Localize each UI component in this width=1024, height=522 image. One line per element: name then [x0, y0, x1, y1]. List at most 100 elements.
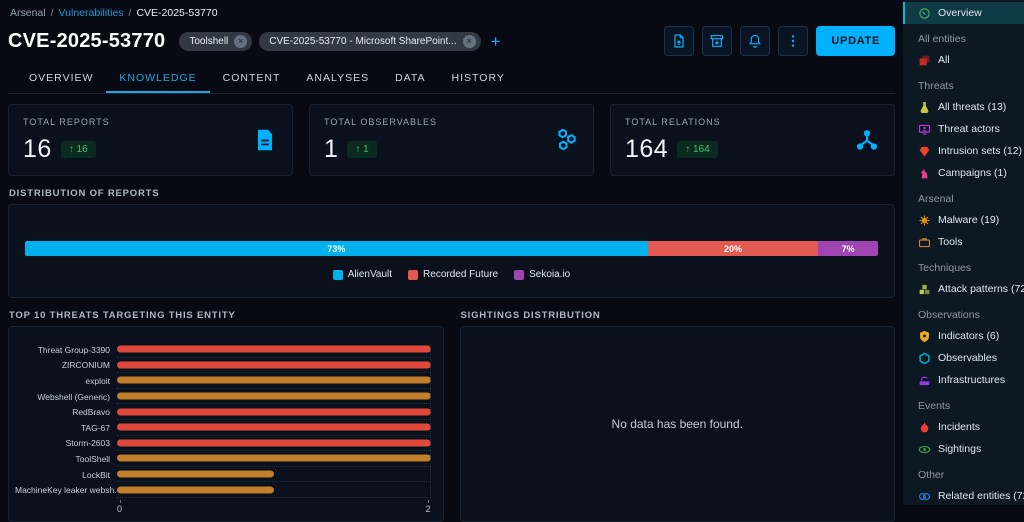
chart-bar[interactable] [117, 408, 431, 415]
breadcrumb-item-vulnerabilities[interactable]: Vulnerabilities [59, 7, 124, 19]
chart-bar[interactable] [117, 471, 274, 478]
sidebar-item-label: Overview [938, 7, 982, 19]
empty-state-message: No data has been found. [612, 417, 743, 431]
chart-bar[interactable] [117, 439, 431, 446]
breadcrumb-item-current: CVE-2025-53770 [136, 7, 217, 19]
stat-delta-badge: ↑ 16 [61, 141, 96, 158]
add-label-button[interactable]: + [489, 33, 503, 50]
sidebar-item-overview[interactable]: Overview [903, 2, 1024, 24]
chart-bar-area [117, 467, 431, 483]
entity-label-chip[interactable]: CVE-2025-53770 - Microsoft SharePoint...… [259, 32, 480, 51]
chart-row-redbravo: RedBravo [15, 404, 431, 420]
sidebar-item-threat-actors[interactable]: Threat actors [903, 118, 1024, 140]
file-export-button[interactable] [664, 26, 694, 56]
chart-bar[interactable] [117, 393, 431, 400]
more-options-button[interactable] [778, 26, 808, 56]
chart-bar[interactable] [117, 377, 431, 384]
sidebar-item-tools[interactable]: Tools [903, 231, 1024, 253]
chart-bar[interactable] [117, 346, 431, 353]
update-button[interactable]: UPDATE [816, 26, 895, 56]
sightings-title: SIGHTINGS DISTRIBUTION [461, 310, 896, 321]
tab-analyses[interactable]: ANALYSES [293, 63, 382, 93]
entity-label-text: Toolshell [189, 36, 228, 47]
sidebar-item-attack-patterns-72[interactable]: Attack patterns (72) [903, 278, 1024, 300]
sidebar-item-observables[interactable]: Observables [903, 347, 1024, 369]
sidebar-item-label: Attack patterns (72) [938, 283, 1024, 295]
chart-category-label: Webshell (Generic) [15, 392, 117, 402]
chart-bar[interactable] [117, 361, 431, 368]
chart-row-zirconium: ZIRCONIUM [15, 358, 431, 374]
chart-bar-area [117, 420, 431, 436]
notifications-button[interactable] [740, 26, 770, 56]
sidebar-item-incidents[interactable]: Incidents [903, 416, 1024, 438]
sightings-column: SIGHTINGS DISTRIBUTION No data has been … [460, 298, 896, 522]
sidebar-item-malware-19[interactable]: Malware (19) [903, 209, 1024, 231]
sidebar-item-all-threats-13[interactable]: All threats (13) [903, 96, 1024, 118]
breadcrumb-item-arsenal[interactable]: Arsenal [10, 7, 46, 19]
remove-label-icon[interactable]: × [234, 35, 247, 48]
archive-button[interactable] [702, 26, 732, 56]
chart-category-label: MachineKey leaker websh... [15, 485, 117, 495]
top-threats-panel: Threat Group-3390ZIRCONIUMexploitWebshel… [8, 326, 444, 522]
distribution-legend: AlienVaultRecorded FutureSekoia.io [25, 269, 878, 280]
stat-card-total-relations: TOTAL RELATIONS164↑ 164 [610, 104, 895, 176]
chart-bar[interactable] [117, 486, 274, 493]
sidebar-item-sightings[interactable]: Sightings [903, 438, 1024, 460]
sidebar-section-threats: Threats [903, 71, 1024, 96]
stat-card-label: TOTAL REPORTS [23, 117, 278, 127]
dashboard-icon [918, 7, 931, 20]
sidebar-item-label: Campaigns (1) [938, 167, 1007, 179]
sidebar-item-label: Tools [938, 236, 963, 248]
shield-icon [918, 330, 931, 343]
stat-value-row: 1↑ 1 [324, 135, 579, 164]
report-source-segment-alienvault: 73% [25, 241, 648, 256]
top-threats-title: TOP 10 THREATS TARGETING THIS ENTITY [9, 310, 444, 321]
sidebar-section-all-entities: All entities [903, 24, 1024, 49]
flask-icon [918, 101, 931, 114]
sidebar-item-infrastructures[interactable]: Infrastructures [903, 369, 1024, 391]
tab-content[interactable]: CONTENT [210, 63, 294, 93]
eye-icon [918, 443, 931, 456]
sidebar-item-label: Observables [938, 352, 997, 364]
remove-label-icon[interactable]: × [463, 35, 476, 48]
x-axis-tick-min: 0 [117, 499, 122, 514]
chart-category-label: ZIRCONIUM [15, 360, 117, 370]
chart-row-tag-67: TAG-67 [15, 420, 431, 436]
chart-bar-area [117, 482, 431, 498]
chart-row-threat-group-3390: Threat Group-3390 [15, 342, 431, 358]
distribution-stacked-bar: 73%20%7% [25, 241, 878, 256]
stat-card-value: 164 [625, 135, 668, 164]
bottom-row: TOP 10 THREATS TARGETING THIS ENTITY Thr… [8, 298, 895, 522]
chart-bar[interactable] [117, 424, 431, 431]
tab-overview[interactable]: OVERVIEW [16, 63, 106, 93]
sidebar-item-intrusion-sets-12[interactable]: Intrusion sets (12) [903, 140, 1024, 162]
legend-swatch [333, 270, 343, 280]
archive-icon [709, 33, 725, 49]
tab-knowledge[interactable]: KNOWLEDGE [106, 63, 209, 93]
entity-label-text: CVE-2025-53770 - Microsoft SharePoint... [269, 36, 456, 47]
chart-row-toolshell: ToolShell [15, 451, 431, 467]
legend-item-alienvault: AlienVault [333, 269, 392, 280]
entity-label-chip[interactable]: Toolshell × [179, 32, 252, 51]
sidebar-item-indicators-6[interactable]: Indicators (6) [903, 325, 1024, 347]
entity-header: CVE-2025-53770 Toolshell×CVE-2025-53770 … [8, 26, 895, 56]
sidebar-item-related-entities-72[interactable]: Related entities (72) [903, 485, 1024, 507]
sidebar-section-events: Events [903, 391, 1024, 416]
sidebar-item-label: All [938, 54, 950, 66]
chart-row-machinekey-leaker-websh: MachineKey leaker websh... [15, 482, 431, 498]
breadcrumb-separator: / [51, 7, 54, 19]
right-sidebar: Overview All entities All ThreatsAll threat… [903, 0, 1024, 505]
stat-delta-badge: ↑ 164 [677, 141, 717, 158]
chart-row-storm-2603: Storm-2603 [15, 436, 431, 452]
tab-history[interactable]: HISTORY [439, 63, 518, 93]
sidebar-item-all[interactable]: All [903, 49, 1024, 71]
sidebar-section-arsenal: Arsenal [903, 184, 1024, 209]
chart-bar[interactable] [117, 455, 431, 462]
breadcrumb: Arsenal/Vulnerabilities/CVE-2025-53770 [10, 7, 895, 19]
tab-data[interactable]: DATA [382, 63, 438, 93]
app-root: Arsenal/Vulnerabilities/CVE-2025-53770 C… [0, 0, 1024, 505]
sidebar-item-campaigns-1[interactable]: Campaigns (1) [903, 162, 1024, 184]
chart-category-label: Storm-2603 [15, 438, 117, 448]
toolbox-icon [918, 236, 931, 249]
chart-row-webshell-generic: Webshell (Generic) [15, 389, 431, 405]
